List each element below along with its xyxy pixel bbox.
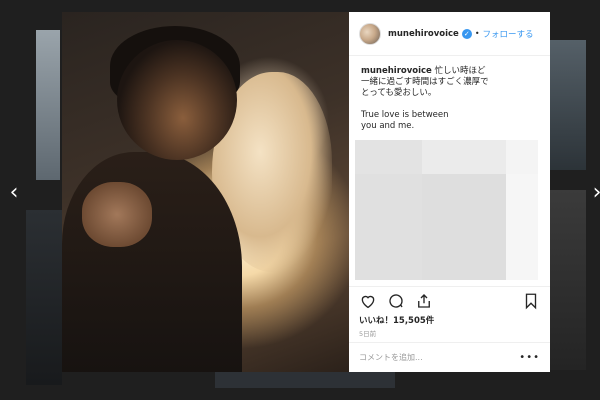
avatar[interactable] [359, 22, 381, 45]
blurred-content [355, 140, 538, 280]
background-tile [215, 372, 395, 388]
caption-extra-text: True love is between you and me. [361, 110, 449, 131]
post-modal: munehirovoice ✓ • フォローする munehirovoice 忙… [62, 12, 550, 372]
more-options-button[interactable]: ••• [519, 352, 540, 363]
comment-input[interactable] [359, 353, 520, 362]
post-photo [62, 12, 349, 372]
likes-count[interactable]: いいね！15,505件 [349, 314, 550, 328]
caption-area: munehirovoice 忙しい時ほど 一緒に過ごす時間はすごく濃厚で とって… [349, 56, 550, 286]
background-tile [36, 30, 60, 180]
background-tile [550, 40, 586, 170]
heart-icon[interactable] [359, 292, 377, 310]
post-header: munehirovoice ✓ • フォローする [349, 12, 550, 56]
verified-badge-icon: ✓ [461, 28, 472, 39]
next-post-button[interactable]: › [586, 180, 600, 206]
bookmark-icon[interactable] [522, 292, 540, 310]
background-tile [26, 210, 62, 385]
caption-username-link[interactable]: munehirovoice [361, 66, 432, 76]
separator: • [474, 29, 480, 38]
follow-button[interactable]: フォローする [483, 28, 534, 40]
post-sidebar: munehirovoice ✓ • フォローする munehirovoice 忙… [349, 12, 550, 372]
background-tile [550, 190, 586, 370]
caption: munehirovoice 忙しい時ほど 一緒に過ごす時間はすごく濃厚で とって… [361, 66, 540, 132]
action-bar [349, 286, 550, 314]
post-timestamp: 5日前 [359, 330, 377, 338]
username-link[interactable]: munehirovoice [388, 29, 459, 39]
comment-icon[interactable] [387, 292, 405, 310]
previous-post-button[interactable]: ‹ [3, 180, 25, 206]
share-icon[interactable] [415, 292, 433, 310]
comment-row: ••• [349, 342, 550, 372]
